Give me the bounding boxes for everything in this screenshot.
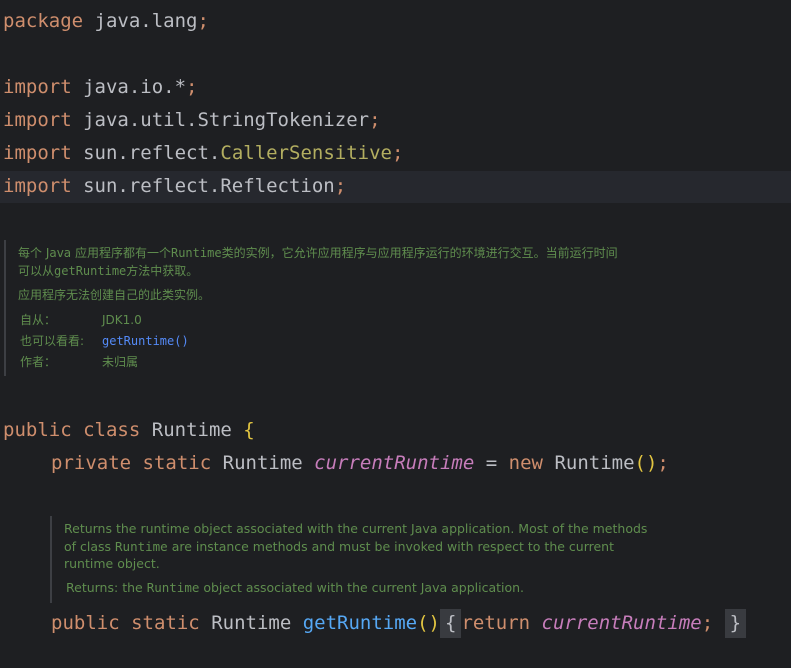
javadoc-line: runtime object. [64,556,160,571]
import-statement[interactable]: import java.io.*; [3,71,198,104]
author-label: 作者： [20,355,57,369]
fold-open-brace[interactable]: { [440,609,462,638]
author-value: 未归属 [102,355,139,369]
returns-label: Returns: [66,580,119,595]
method-declaration[interactable]: public static Runtime getRuntime(){retur… [51,607,747,640]
javadoc-code: getRuntime [54,264,127,278]
see-also-link[interactable]: getRuntime() [102,331,189,351]
package-name: java.lang [94,10,198,32]
javadoc-line: 每个 Java 应用程序都有一个Runtime类的实例，它允许应用程序与应用程序… [18,244,618,262]
modifier-keyword: private [51,452,132,474]
modifier-keyword: static [142,452,212,474]
open-brace: { [445,612,457,634]
javadoc-line: 可以从getRuntime方法中获取。 [18,262,198,280]
import-statement[interactable]: import sun.reflect.Reflection; [3,170,346,203]
import-path: java.util.StringTokenizer [83,109,370,131]
javadoc-code: Runtime [170,246,222,260]
parens: () [417,612,440,634]
semicolon: ; [197,10,209,32]
javadoc-text: of class [64,539,116,554]
modifier-keyword: public [51,612,120,634]
class-declaration[interactable]: public class Runtime { [3,414,255,447]
import-keyword: import [3,142,72,164]
assign-operator: = [485,452,498,474]
parens: () [634,452,658,474]
import-statement[interactable]: import sun.reflect.CallerSensitive; [3,137,403,170]
javadoc-text: 每个 Java 应用程序都有一个 [18,246,171,260]
import-path: java.io.* [83,76,187,98]
javadoc-code: Runtime [146,580,200,595]
method-name[interactable]: getRuntime [303,612,417,634]
returns-line: Returns: the Runtime object associated w… [66,579,524,597]
javadoc-line: 应用程序无法创建自己的此类实例。 [18,288,211,302]
constructor-call[interactable]: Runtime [554,452,634,474]
import-keyword: import [3,76,72,98]
return-field[interactable]: currentRuntime [542,612,702,634]
semicolon: ; [369,109,381,131]
javadoc-line: Returns the runtime object associated wi… [64,521,648,536]
method-javadoc: Returns the runtime object associated wi… [50,516,672,603]
class-name[interactable]: Runtime [152,419,232,441]
class-javadoc: 每个 Java 应用程序都有一个Runtime类的实例，它允许应用程序与应用程序… [4,240,686,376]
new-keyword: new [508,452,543,474]
see-also-label: 也可以看看: [20,334,85,348]
import-annotation-class[interactable]: CallerSensitive [220,142,392,164]
since-value: JDK1.0 [102,313,142,327]
field-declaration[interactable]: private static Runtime currentRuntime = … [51,447,669,480]
javadoc-text: are instance methods and must be invoked… [167,539,615,554]
semicolon: ; [657,452,669,474]
javadoc-code: Runtime [115,539,168,554]
javadoc-line: of class Runtime are instance methods an… [64,538,614,556]
semicolon: ; [391,142,404,164]
modifier-keyword: static [131,612,200,634]
since-label: 自从： [20,313,57,327]
modifier-keyword: public [3,419,72,441]
javadoc-text: 方法中获取。 [126,264,199,278]
import-statement[interactable]: import java.util.StringTokenizer; [3,104,381,137]
import-keyword: import [3,109,72,131]
javadoc-text: 可以从 [18,264,55,278]
open-brace: { [243,419,255,441]
javadoc-text: object associated with the current Java … [199,580,525,595]
return-keyword: return [461,612,531,634]
field-name[interactable]: currentRuntime [314,452,474,474]
import-path: sun.reflect.Reflection [83,175,335,197]
semicolon: ; [186,76,198,98]
javadoc-text: 类的实例，它允许应用程序与应用程序运行的环境进行交互。当前运行时间 [221,246,618,260]
semicolon: ; [701,612,714,634]
package-keyword: package [3,10,84,32]
javadoc-text: the [118,580,147,595]
field-type[interactable]: Runtime [223,452,303,474]
import-keyword: import [3,175,72,197]
return-type[interactable]: Runtime [211,612,291,634]
semicolon: ; [334,175,347,197]
close-brace: } [729,612,742,634]
class-keyword: class [83,419,141,441]
import-path: sun.reflect. [83,142,221,164]
fold-close-brace[interactable]: } [724,609,747,638]
package-statement[interactable]: package java.lang; [3,5,209,38]
